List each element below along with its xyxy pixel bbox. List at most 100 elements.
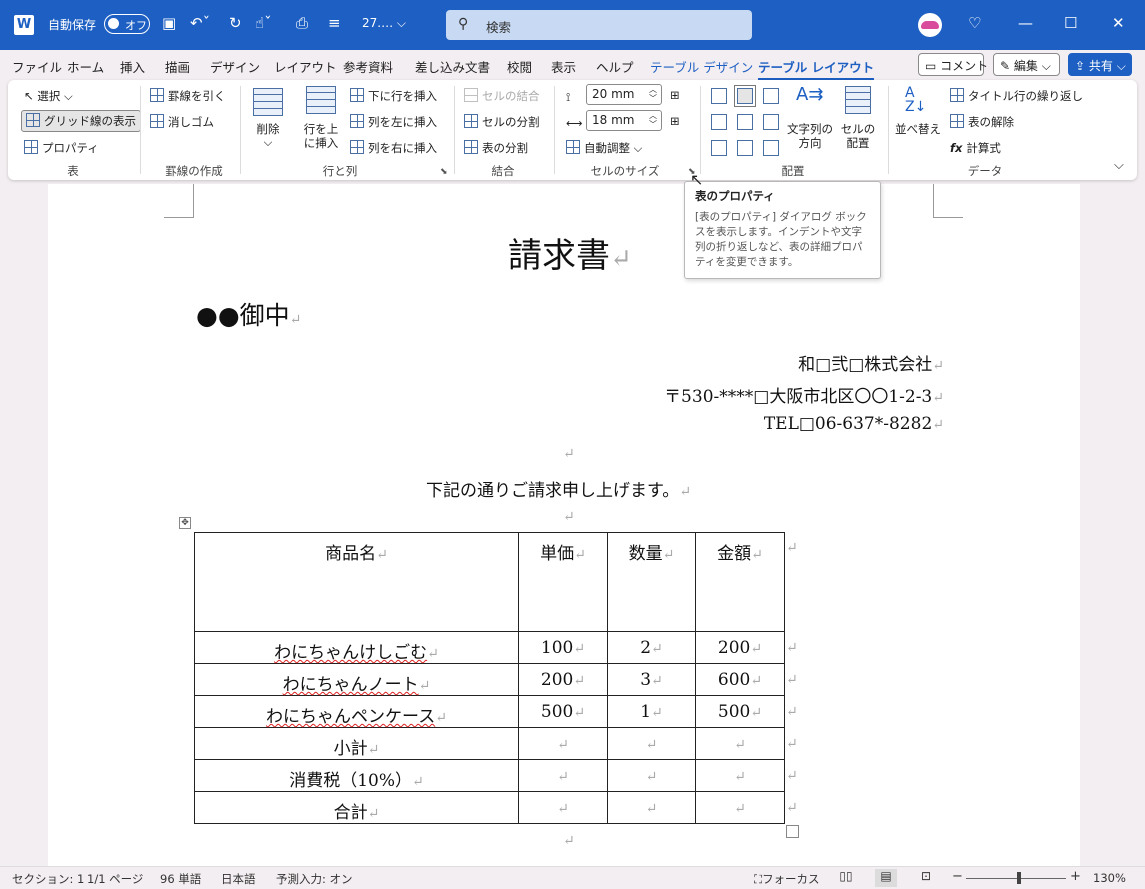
align-center-icon[interactable]	[737, 114, 753, 130]
document-title[interactable]: 請求書↵	[508, 228, 632, 277]
recipient[interactable]: ●●御中↵	[196, 296, 301, 332]
table-cell[interactable]: 合計↵	[194, 791, 519, 824]
document-name[interactable]: 27.… ⌵	[362, 16, 406, 31]
column-width-input[interactable]: 18 mm ︿ ﹀	[586, 110, 662, 131]
tab-references[interactable]: 参考資料	[343, 57, 393, 76]
table-resize-handle[interactable]	[786, 825, 799, 838]
save-icon[interactable]: ▣	[162, 14, 176, 32]
page-indicator[interactable]: 1/1 ページ	[87, 871, 143, 887]
zoom-level[interactable]: 130%	[1093, 871, 1126, 885]
table-cell[interactable]: ↵	[695, 791, 785, 824]
word-count[interactable]: 96 単語	[160, 871, 201, 887]
language-indicator[interactable]: 日本語	[221, 871, 256, 887]
table-cell[interactable]: 600↵	[695, 663, 785, 696]
tab-file[interactable]: ファイル	[12, 57, 62, 76]
zoom-out-icon[interactable]: −	[952, 869, 963, 884]
align-top-right-icon[interactable]	[763, 88, 779, 104]
sort-icon[interactable]: A Z↓	[905, 86, 926, 114]
align-center-right-icon[interactable]	[763, 114, 779, 130]
lightbulb-icon[interactable]: ♡	[968, 14, 981, 32]
properties-button[interactable]: プロパティ	[24, 140, 99, 156]
tab-table-design[interactable]: テーブル デザイン	[650, 57, 753, 76]
comment-button[interactable]: ▭ コメント	[918, 53, 988, 76]
text-direction-icon[interactable]: A⇉	[796, 84, 823, 105]
redo-icon[interactable]: ↻	[229, 14, 242, 32]
zoom-slider-thumb[interactable]	[1017, 872, 1021, 884]
close-icon[interactable]: ✕	[1112, 14, 1125, 32]
table-cell[interactable]: ↵	[695, 759, 785, 792]
text-prediction-indicator[interactable]: 予測入力: オン	[276, 871, 353, 887]
spin-arrows-icon[interactable]: ︿ ﹀	[649, 85, 657, 103]
table-cell[interactable]: 500↵	[695, 695, 785, 728]
tab-mailings[interactable]: 差し込み文書	[415, 57, 490, 76]
insert-right-button[interactable]: 列を右に挿入	[350, 140, 437, 156]
table-cell[interactable]: 200↵	[518, 663, 608, 696]
table-move-handle-icon[interactable]: ✥	[179, 517, 191, 529]
share-button[interactable]: ⇪ 共有 ⌵	[1068, 53, 1132, 76]
invoice-table[interactable]: 商品名↵ 単価↵ 数量↵ 金額↵ わにちゃんけしごむ↵ 100↵ 2↵ 200↵…	[194, 532, 785, 824]
table-cell[interactable]: ↵	[518, 727, 608, 760]
tab-layout[interactable]: レイアウト	[274, 57, 337, 76]
quick-print-icon[interactable]: ⎙	[296, 14, 308, 32]
delete-dropdown-icon[interactable]: ⌵	[252, 135, 284, 149]
table-cell[interactable]: 小計↵	[194, 727, 519, 760]
align-bottom-center-icon[interactable]	[737, 140, 753, 156]
sender-company[interactable]: 和□弐□株式会社↵	[798, 350, 944, 375]
tab-home[interactable]: ホーム	[67, 57, 104, 76]
split-cells-button[interactable]: セルの分割	[464, 114, 540, 130]
zoom-in-icon[interactable]: +	[1070, 869, 1081, 884]
table-cell[interactable]: 消費税（10%）↵	[194, 759, 519, 792]
table-header-cell[interactable]: 数量↵	[607, 532, 696, 632]
section-indicator[interactable]: セクション: 1	[12, 871, 84, 887]
insert-above-label[interactable]: 行を上 に挿入	[300, 122, 342, 150]
table-cell[interactable]: ↵	[607, 759, 696, 792]
sender-address[interactable]: 〒530-****□大阪市北区〇〇1-2-3↵	[664, 382, 944, 407]
search-box[interactable]: ⚲ 検索	[446, 10, 752, 40]
cell-margins-label[interactable]: セルの 配置	[838, 122, 878, 150]
touch-mode-icon[interactable]: ☝ˇ	[255, 14, 272, 32]
table-cell[interactable]: 200↵	[695, 631, 785, 664]
zoom-slider[interactable]	[966, 878, 1066, 879]
avatar[interactable]	[918, 13, 942, 37]
autofit-button[interactable]: 自動調整 ⌵	[566, 140, 642, 156]
distribute-columns-icon[interactable]: ⊞	[670, 114, 680, 128]
intro-text[interactable]: 下記の通りご請求申し上げます。↵	[426, 476, 691, 501]
table-cell[interactable]: ↵	[607, 791, 696, 824]
eraser-button[interactable]: 消しゴム	[150, 114, 214, 130]
tab-draw[interactable]: 描画	[165, 57, 190, 76]
split-table-button[interactable]: 表の分割	[464, 140, 528, 156]
table-cell[interactable]: わにちゃんけしごむ↵	[194, 631, 519, 664]
undo-icon[interactable]: ↶ˇ	[190, 14, 210, 32]
delete-table-icon[interactable]	[253, 88, 283, 116]
table-cell[interactable]: 100↵	[518, 631, 608, 664]
cell-margins-icon[interactable]	[845, 86, 871, 114]
insert-below-button[interactable]: 下に行を挿入	[350, 88, 437, 104]
edit-mode-button[interactable]: ✎ 編集 ⌵	[993, 53, 1060, 76]
table-cell[interactable]: ↵	[518, 791, 608, 824]
read-mode-icon[interactable]: ▯▯	[835, 869, 857, 887]
select-button[interactable]: ↖ 選択 ⌵	[24, 88, 73, 104]
focus-button[interactable]: ⛶フォーカス	[754, 871, 820, 887]
table-header-cell[interactable]: 単価↵	[518, 532, 608, 632]
insert-above-icon[interactable]	[306, 86, 336, 114]
align-bottom-right-icon[interactable]	[763, 140, 779, 156]
web-layout-icon[interactable]: ⊡	[915, 869, 937, 887]
dialog-launcher-icon[interactable]: ⬊	[440, 167, 448, 177]
draw-table-button[interactable]: 罫線を引く	[150, 88, 226, 104]
maximize-icon[interactable]: ☐	[1064, 14, 1077, 32]
customize-toolbar-icon[interactable]: ≡	[328, 14, 341, 32]
align-center-left-icon[interactable]	[711, 114, 727, 130]
tab-table-layout[interactable]: テーブル レイアウト	[758, 57, 875, 81]
table-cell[interactable]: 3↵	[607, 663, 696, 696]
distribute-rows-icon[interactable]: ⊞	[670, 88, 680, 102]
sort-label[interactable]: 並べ替え	[894, 122, 942, 136]
insert-left-button[interactable]: 列を左に挿入	[350, 114, 437, 130]
row-height-input[interactable]: 20 mm ︿ ﹀	[586, 84, 662, 105]
table-cell[interactable]: わにちゃんノート↵	[194, 663, 519, 696]
table-cell[interactable]: 500↵	[518, 695, 608, 728]
align-bottom-left-icon[interactable]	[711, 140, 727, 156]
tab-review[interactable]: 校閲	[507, 57, 532, 76]
spin-arrows-icon[interactable]: ︿ ﹀	[649, 111, 657, 129]
autosave-toggle[interactable]: オフ	[104, 14, 150, 34]
table-cell[interactable]: ↵	[695, 727, 785, 760]
